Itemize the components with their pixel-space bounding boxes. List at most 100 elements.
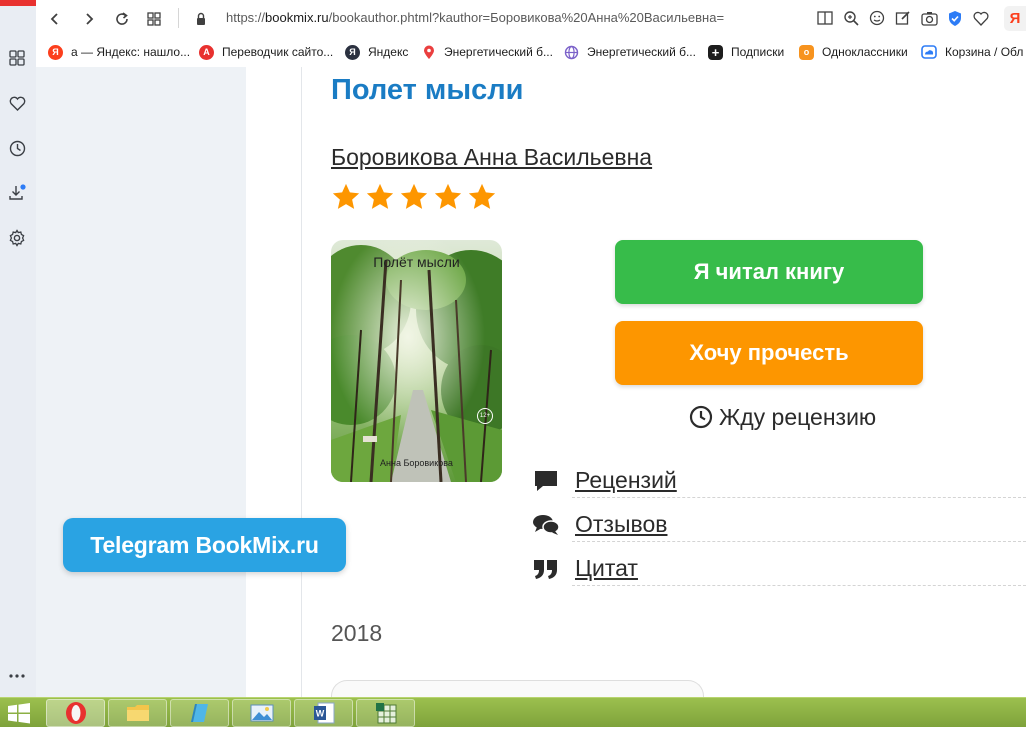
row-divider — [572, 541, 1026, 542]
notepad-icon — [190, 704, 208, 722]
author-link[interactable]: Боровикова Анна Васильевна — [331, 144, 652, 171]
globe-icon — [564, 45, 579, 60]
speed-dial-icon[interactable] — [5, 46, 29, 70]
taskbar-photos-button[interactable] — [232, 699, 291, 727]
browser-toolbar: https://bookmix.ru/bookauthor.phtml?kaut… — [0, 0, 1026, 37]
bookmark-item[interactable]: о Одноклассники — [799, 43, 908, 61]
odnoklassniki-icon: о — [799, 44, 814, 60]
bookmark-label: Переводчик сайто... — [222, 45, 334, 59]
edit-icon[interactable] — [894, 9, 912, 27]
taskbar-word-button[interactable]: W — [294, 699, 353, 727]
telegram-button[interactable]: Telegram BookMix.ru — [63, 518, 346, 572]
back-icon[interactable] — [42, 6, 68, 32]
taskbar-opera-button[interactable] — [46, 699, 105, 727]
comments-icon — [532, 512, 560, 538]
cloud-icon — [921, 45, 937, 60]
row-divider — [572, 497, 1026, 498]
row-divider — [572, 585, 1026, 586]
map-pin-icon — [421, 45, 436, 60]
stat-row-quotes[interactable]: Цитат — [530, 552, 1026, 586]
stat-row-feedback[interactable]: Отзывов — [530, 508, 1026, 542]
cover-title: Полёт мысли — [373, 254, 460, 270]
read-book-button[interactable]: Я читал книгу — [615, 240, 923, 304]
camera-icon[interactable] — [920, 9, 938, 27]
bookmark-item[interactable]: Яа — Яндекс: нашло... — [48, 43, 190, 61]
stat-row-reviews[interactable]: Рецензий — [530, 464, 1026, 498]
shield-icon[interactable] — [946, 9, 964, 27]
heart-icon[interactable] — [5, 91, 29, 115]
star-icon[interactable] — [433, 182, 463, 212]
cover-image — [331, 240, 502, 482]
bookmark-label: Яндекс — [368, 45, 409, 59]
speed-dial-icon[interactable] — [141, 6, 167, 32]
bookmark-label: Корзина / Обл — [945, 45, 1024, 59]
bookmark-item[interactable]: Энергетический б... — [421, 43, 553, 61]
taskbar-app-button[interactable] — [170, 699, 229, 727]
want-to-read-button[interactable]: Хочу прочесть — [615, 321, 923, 385]
more-icon[interactable] — [5, 664, 29, 688]
opera-accent-bar — [0, 0, 36, 6]
history-icon[interactable] — [5, 136, 29, 160]
await-review-label: Жду рецензию — [719, 403, 877, 430]
downloads-icon[interactable] — [5, 181, 29, 205]
star-icon[interactable] — [365, 182, 395, 212]
taskbar-explorer-button[interactable] — [108, 699, 167, 727]
plus-icon: + — [708, 44, 723, 60]
publication-year: 2018 — [331, 620, 383, 646]
heart-icon[interactable] — [972, 9, 990, 27]
yandex-icon: Я — [345, 44, 360, 60]
taskbar: W — [0, 697, 1026, 727]
photo-viewer-icon — [250, 704, 273, 722]
bookmark-item[interactable]: + Подписки — [708, 43, 784, 61]
spreadsheet-icon — [375, 703, 396, 724]
clock-icon — [689, 405, 713, 429]
comment-icon — [532, 468, 560, 494]
page-gutter — [246, 67, 302, 697]
bookmark-label: Одноклассники — [822, 45, 908, 59]
left-column — [36, 67, 246, 697]
stat-label: Отзывов — [575, 511, 668, 537]
url-prefix: https:// — [226, 10, 266, 25]
emoji-icon[interactable] — [868, 9, 886, 27]
windows-start-icon[interactable] — [4, 702, 34, 724]
translator-icon: A — [199, 44, 214, 60]
stat-label: Рецензий — [575, 467, 677, 493]
age-rating-badge: 12+ — [477, 408, 493, 424]
browser-sidebar — [0, 0, 36, 697]
folder-icon — [126, 705, 149, 721]
bookmark-item[interactable]: Я Яндекс — [345, 43, 408, 61]
rating-stars[interactable] — [331, 182, 497, 214]
bookmark-item[interactable]: Энергетический б... — [564, 43, 696, 61]
cover-author: Анна Боровикова — [380, 458, 453, 468]
zoom-icon[interactable] — [842, 9, 860, 27]
await-review-link[interactable]: Жду рецензию — [689, 402, 876, 432]
book-title: Полет мысли — [331, 74, 524, 106]
settings-icon[interactable] — [5, 226, 29, 250]
stat-label: Цитат — [575, 555, 638, 581]
yandex-icon: Я — [48, 44, 63, 60]
bookmark-label: а — Яндекс: нашло... — [71, 45, 191, 59]
toolbar-divider — [178, 8, 179, 28]
reader-icon[interactable] — [816, 9, 834, 27]
opera-icon — [65, 702, 86, 724]
bookmark-item[interactable]: A Переводчик сайто... — [199, 43, 333, 61]
star-icon[interactable] — [467, 182, 497, 212]
bookmarks-bar: Яа — Яндекс: нашло... A Переводчик сайто.… — [36, 37, 1026, 67]
reload-icon[interactable] — [109, 6, 135, 32]
star-icon[interactable] — [331, 182, 361, 212]
bookmark-label: Энергетический б... — [587, 45, 696, 59]
lock-icon[interactable] — [188, 6, 214, 32]
url-path: /bookauthor.phtml?kauthor=Боровикова%20А… — [328, 10, 725, 25]
yandex-extension-icon[interactable]: Я — [1004, 6, 1026, 31]
word-icon: W — [313, 702, 334, 724]
address-bar[interactable]: https://bookmix.ru/bookauthor.phtml?kaut… — [226, 10, 724, 25]
quote-icon — [532, 556, 560, 582]
book-cover[interactable]: Полёт мысли 12+ Анна Боровикова — [331, 240, 502, 482]
star-icon[interactable] — [399, 182, 429, 212]
taskbar-excel-button[interactable] — [356, 699, 415, 727]
url-host: bookmix.ru — [265, 10, 329, 25]
bookmark-label: Подписки — [731, 45, 785, 59]
bookmark-label: Энергетический б... — [444, 45, 553, 59]
forward-icon[interactable] — [76, 6, 102, 32]
bookmark-item[interactable]: Корзина / Обл — [921, 43, 1023, 61]
